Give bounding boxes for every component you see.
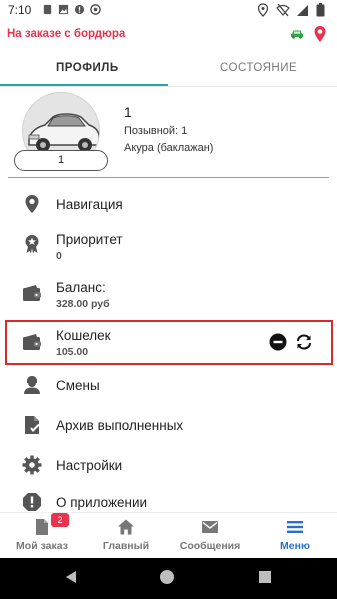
tab-profile[interactable]: ПРОФИЛЬ: [56, 62, 119, 74]
priority-value: 0: [56, 250, 62, 262]
award-icon: [25, 235, 39, 254]
tab-divider: [0, 86, 337, 87]
order-count-badge: 2: [51, 513, 69, 527]
recent-apps-icon[interactable]: [259, 571, 271, 583]
map-pin-icon[interactable]: [313, 25, 327, 43]
car-icon[interactable]: [290, 29, 304, 39]
status-bar: 7:10: [0, 0, 337, 20]
wallet-value: 105.00: [56, 346, 89, 358]
alert-icon: [74, 4, 85, 15]
menu-label-settings: Настройки: [56, 458, 123, 473]
home-button-icon[interactable]: [160, 570, 174, 584]
location-icon: [257, 3, 269, 17]
vpn-icon: [90, 4, 101, 15]
document-icon: [36, 519, 48, 535]
menu-label-shifts: Смены: [56, 378, 100, 393]
menu-item-about[interactable]: О приложении: [0, 490, 337, 512]
menu-label-archive: Архив выполненных: [56, 418, 184, 433]
balance-value: 328.00 руб: [56, 298, 110, 310]
driver-car: Акура (баклажан): [124, 142, 214, 154]
menu-label-balance: Баланс:: [56, 280, 106, 295]
bottom-navigation: 2 Мой заказ Главный Сообщения Меню: [0, 512, 337, 558]
refresh-icon[interactable]: [295, 333, 313, 351]
app-header: На заказе с бордюра: [0, 20, 337, 48]
nav-label-my-order: Мой заказ: [16, 540, 68, 552]
wifi-off-icon: [276, 3, 290, 17]
tab-state[interactable]: СОСТОЯНИЕ: [220, 62, 297, 74]
nav-label-menu: Меню: [280, 540, 310, 552]
menu-item-wallet[interactable]: Кошелек 105.00: [0, 322, 337, 363]
driver-callsign: Позывной: 1: [124, 125, 188, 137]
profile-divider: [8, 177, 329, 178]
document-check-icon: [25, 416, 40, 434]
back-icon[interactable]: [66, 571, 76, 583]
info-alert-icon: [23, 493, 41, 511]
sim-card-icon: [43, 4, 52, 15]
nav-main[interactable]: Главный: [84, 513, 168, 559]
menu-item-navigation[interactable]: Навигация: [0, 190, 337, 220]
menu-item-priority[interactable]: Приоритет 0: [0, 228, 337, 264]
menu-label-priority: Приоритет: [56, 232, 123, 247]
profile-tabs: ПРОФИЛЬ СОСТОЯНИЕ: [0, 48, 337, 87]
nav-label-messages: Сообщения: [179, 540, 241, 552]
menu-label-about: О приложении: [56, 495, 148, 510]
wallet-icon: [23, 334, 41, 350]
mail-icon: [202, 521, 218, 533]
app-screen: 7:10 На заказе с бордюра ПРОФИЛЬ СОСТОЯН…: [0, 0, 337, 599]
order-status-title: На заказе с бордюра: [7, 28, 126, 40]
hamburger-menu-icon: [287, 521, 303, 533]
location-pin-icon: [25, 195, 39, 213]
driver-number-badge: 1: [14, 150, 108, 171]
status-time: 7:10: [8, 3, 32, 17]
nav-messages[interactable]: Сообщения: [168, 513, 252, 559]
image-icon: [58, 4, 69, 15]
menu-label-wallet: Кошелек: [56, 328, 111, 343]
menu-item-settings[interactable]: Настройки: [0, 450, 337, 480]
driver-name: 1: [124, 104, 132, 120]
nav-label-main: Главный: [102, 540, 150, 552]
gear-icon: [22, 455, 42, 475]
menu-item-shifts[interactable]: Смены: [0, 370, 337, 400]
menu-item-archive[interactable]: Архив выполненных: [0, 410, 337, 440]
nav-menu[interactable]: Меню: [253, 513, 337, 559]
battery-icon: [316, 3, 325, 17]
home-icon: [118, 519, 134, 535]
person-icon: [24, 376, 40, 394]
signal-icon: [297, 5, 308, 16]
wallet-icon: [23, 285, 41, 301]
withdraw-minus-icon[interactable]: [269, 333, 287, 351]
driver-profile: 1 1 Позывной: 1 Акура (баклажан): [0, 88, 337, 180]
menu-item-balance[interactable]: Баланс: 328.00 руб: [0, 276, 337, 312]
nav-my-order[interactable]: 2 Мой заказ: [0, 513, 84, 559]
system-navigation-bar: [0, 558, 337, 599]
menu-label-navigation: Навигация: [56, 197, 123, 212]
